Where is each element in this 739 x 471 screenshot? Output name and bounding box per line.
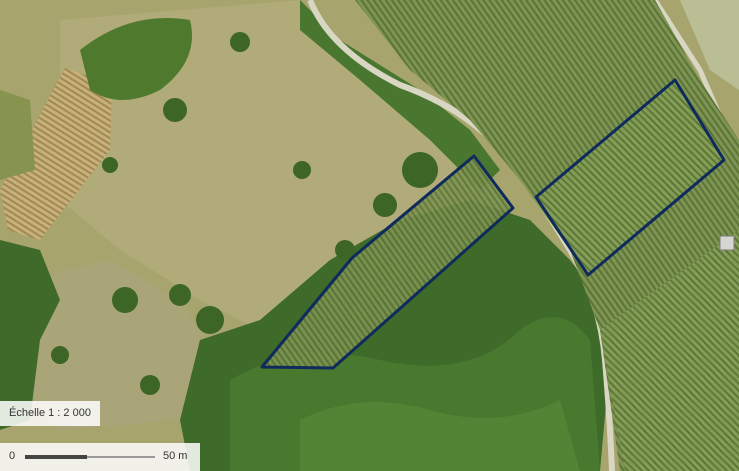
scale-bar-end: 50 m [163, 450, 188, 462]
scale-bar-start: 0 [9, 450, 16, 462]
scale-ratio-text: Échelle 1 : 2 000 [9, 407, 91, 419]
aerial-imagery [0, 0, 739, 471]
scale-bar-segment [25, 455, 87, 459]
map-view[interactable]: Échelle 1 : 2 000 0 50 m [0, 0, 739, 471]
building [719, 235, 735, 251]
scale-bar: 0 50 m [0, 443, 200, 471]
scale-ratio-label: Échelle 1 : 2 000 [0, 401, 100, 426]
